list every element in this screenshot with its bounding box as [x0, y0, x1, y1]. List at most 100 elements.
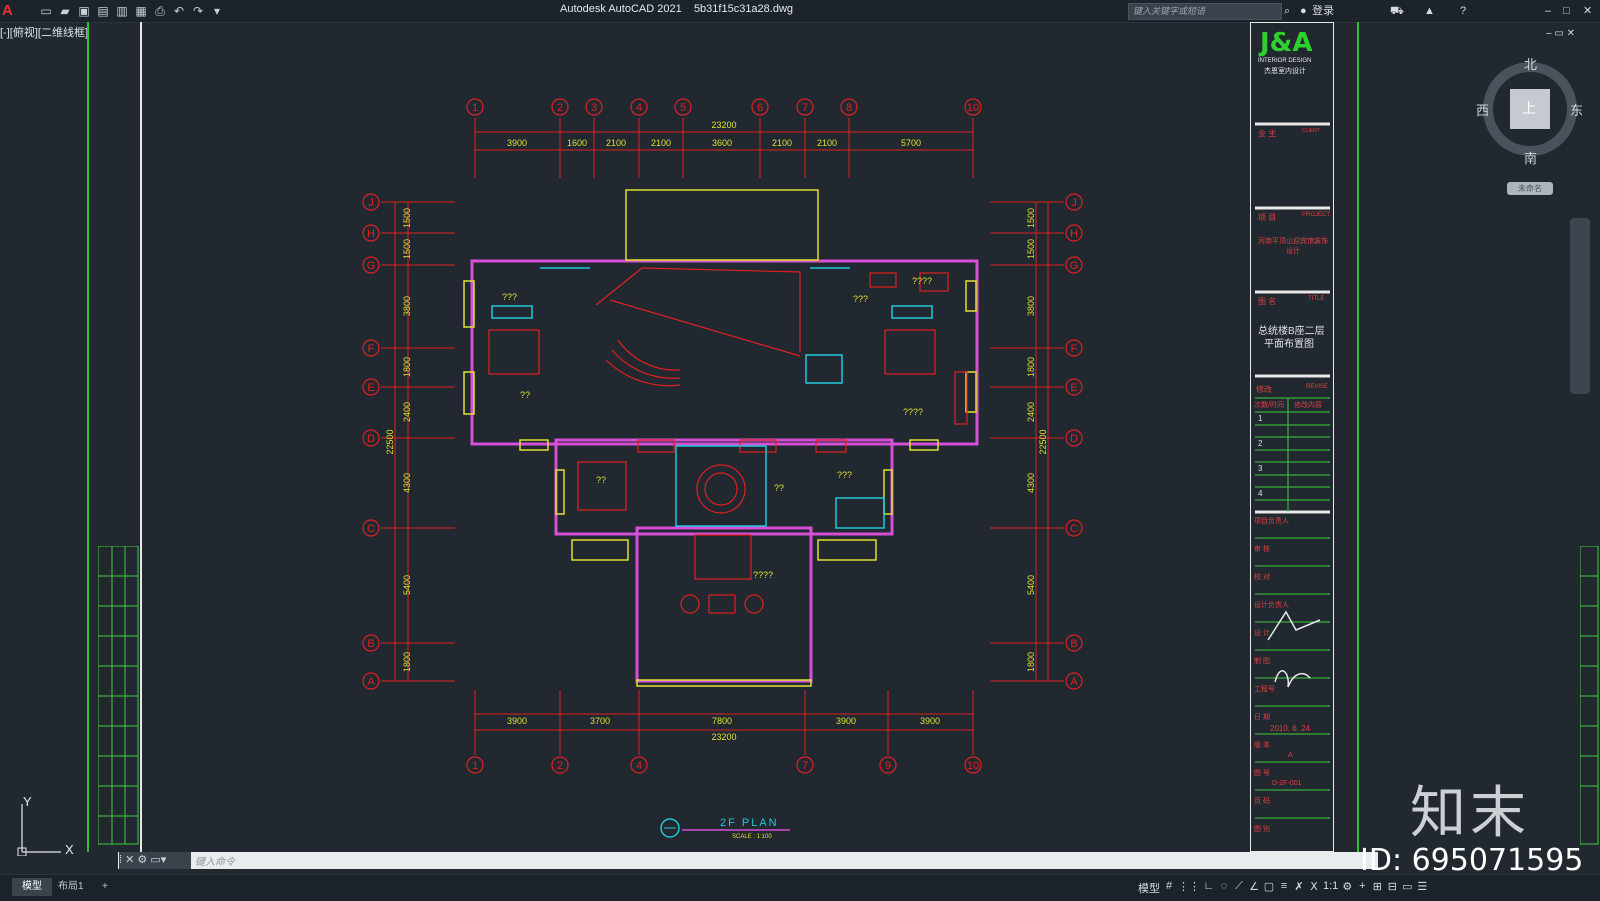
director-label: 项目负责人	[1254, 518, 1289, 525]
tab-layout1[interactable]: 布局1	[48, 878, 94, 896]
tab-model[interactable]: 模型	[12, 878, 52, 896]
right-dim-3: 1800	[1026, 357, 1036, 377]
logo-subtitle: INTERIOR DESIGN	[1258, 58, 1312, 64]
bottom-total-dim: 23200	[711, 732, 736, 742]
ortho-icon[interactable]: ∟	[1203, 880, 1215, 896]
annotation-scale[interactable]: 1:1	[1323, 880, 1338, 896]
add-layout-button[interactable]: +	[92, 878, 118, 896]
command-close-icon[interactable]: ✕	[125, 854, 134, 866]
watermark-id: ID: 695071595	[1360, 843, 1584, 878]
title-block[interactable]: J&A INTERIOR DESIGN 杰恩室内设计 业 主 CLIENT 项 …	[1250, 22, 1334, 852]
bottom-dim-1: 3700	[590, 716, 610, 726]
osnap-tracking-icon[interactable]: ∠	[1248, 880, 1260, 896]
top-dim-7: 5700	[901, 138, 921, 148]
left-dim-0: 1500	[402, 208, 412, 228]
auto-scale-icon[interactable]: Ⅹ	[1308, 880, 1320, 896]
bed-left	[488, 329, 540, 375]
room-label-1: ??	[520, 390, 530, 400]
left-dim-1: 1500	[402, 239, 412, 259]
top-dim-5: 2100	[772, 138, 792, 148]
grid-icon[interactable]: #	[1163, 880, 1175, 896]
page-label: 页 码	[1254, 798, 1270, 805]
bottom-dim-2: 7800	[712, 716, 732, 726]
customization-menu-icon[interactable]: ☰	[1416, 880, 1428, 896]
left-title-strip	[98, 546, 139, 845]
signature-1	[1267, 610, 1321, 641]
plan-scale: SCALE : 1:100	[732, 834, 772, 840]
compass-north[interactable]: 北	[1524, 54, 1537, 73]
navigation-bar[interactable]	[1570, 218, 1590, 394]
command-customize-icon[interactable]: ⚙	[137, 854, 147, 866]
grid-right-G-label: G	[1070, 260, 1079, 272]
round-rug	[696, 464, 746, 514]
polar-icon[interactable]: ◌	[1218, 880, 1230, 896]
client-label: 业 主	[1258, 129, 1277, 138]
command-grip-icon[interactable]: ⁞	[119, 854, 122, 866]
company-logo: J&A	[1260, 28, 1313, 58]
annotation-monitor-icon[interactable]: +	[1356, 880, 1368, 896]
isodraft-icon[interactable]: ⟋	[1233, 880, 1245, 896]
design-label: 设 计	[1254, 630, 1270, 637]
top-total-dim: 23200	[711, 120, 736, 130]
client-en: CLIENT	[1302, 128, 1320, 134]
revise-row-1: 1	[1258, 414, 1263, 423]
annotation-visibility-icon[interactable]: ✗	[1293, 880, 1305, 896]
grid-top-7-label: 7	[802, 102, 808, 114]
compass-west[interactable]: 西	[1476, 100, 1489, 119]
top-dim-0: 3900	[507, 138, 527, 148]
lower-wing-wall	[635, 526, 813, 683]
bottom-dim-4: 3900	[920, 716, 940, 726]
designer-label: 设计负责人	[1254, 602, 1289, 609]
isolate-objects-icon[interactable]: ▭	[1401, 880, 1413, 896]
drawing-no-label: 图 号	[1254, 770, 1270, 777]
right-dim-6: 5400	[1026, 575, 1036, 595]
units-icon[interactable]: ⊞	[1371, 880, 1383, 896]
ucs-icon: Y X	[17, 796, 74, 856]
balcony-top	[625, 189, 819, 261]
command-line[interactable]	[118, 852, 1378, 869]
snap-icon[interactable]: ⋮⋮	[1178, 880, 1200, 896]
middle-wing-wall	[554, 438, 894, 536]
grid-left-E-label: E	[367, 382, 374, 394]
top-dim-3: 2100	[651, 138, 671, 148]
right-dim-7: 1800	[1026, 652, 1036, 672]
right-dim-4: 2400	[1026, 402, 1036, 422]
compass-east[interactable]: 东	[1570, 100, 1583, 119]
grid-right-B-label: B	[1070, 638, 1077, 650]
drawn-label: 制 图	[1254, 658, 1270, 665]
plan-title: 2F PLAN	[720, 817, 779, 829]
workspace-gear-icon[interactable]: ⚙	[1341, 880, 1353, 896]
floor-plan-drawing[interactable]: 1 2 3 4 5 6 7 8 101 2 4 7 9 10J JH HG GF FE ED DC CB BA A23200…	[0, 0, 1600, 900]
viewcube[interactable]: 北 南 东 西 上	[1476, 57, 1583, 168]
grid-top-5-label: 5	[680, 102, 686, 114]
viewcube-top-face[interactable]: 上	[1522, 98, 1536, 118]
wcs-menu[interactable]: 未命名	[1507, 182, 1553, 195]
osnap-icon[interactable]: ▢	[1263, 880, 1275, 896]
compass-south[interactable]: 南	[1524, 148, 1537, 167]
ucs-y-label: Y	[23, 796, 32, 809]
grid-right-C-label: C	[1070, 523, 1078, 535]
grid-right-E-label: E	[1070, 382, 1077, 394]
command-input[interactable]: 键入命令	[195, 853, 235, 868]
grid-top-10-label: 10	[967, 102, 979, 114]
version-label: 版 本	[1254, 742, 1270, 749]
title-en: TITLE	[1308, 296, 1325, 302]
ucs-x-label: X	[65, 842, 74, 856]
right-dim-2: 3800	[1026, 296, 1036, 316]
left-dim-3: 1800	[402, 357, 412, 377]
project-label: 项 目	[1258, 213, 1277, 222]
bottom-dim-0: 3900	[507, 716, 527, 726]
grid-left-G-label: G	[367, 260, 376, 272]
grid-top-1-label: 1	[472, 102, 478, 114]
model-space-toggle[interactable]: 模型	[1138, 880, 1160, 896]
grid-top-8-label: 8	[846, 102, 852, 114]
quick-properties-icon[interactable]: ⊟	[1386, 880, 1398, 896]
lineweight-icon[interactable]: ≡	[1278, 880, 1290, 896]
plan-title-group: 2F PLAN SCALE : 1:100	[660, 817, 790, 840]
date-label: 日 期	[1254, 714, 1270, 721]
left-total-dim: 22500	[385, 429, 395, 454]
revise-label: 修改	[1256, 385, 1272, 394]
command-recent-icon[interactable]: ▭▾	[150, 854, 166, 866]
grid-bottom-2-label: 2	[557, 760, 563, 772]
grid-top-2-label: 2	[557, 102, 563, 114]
